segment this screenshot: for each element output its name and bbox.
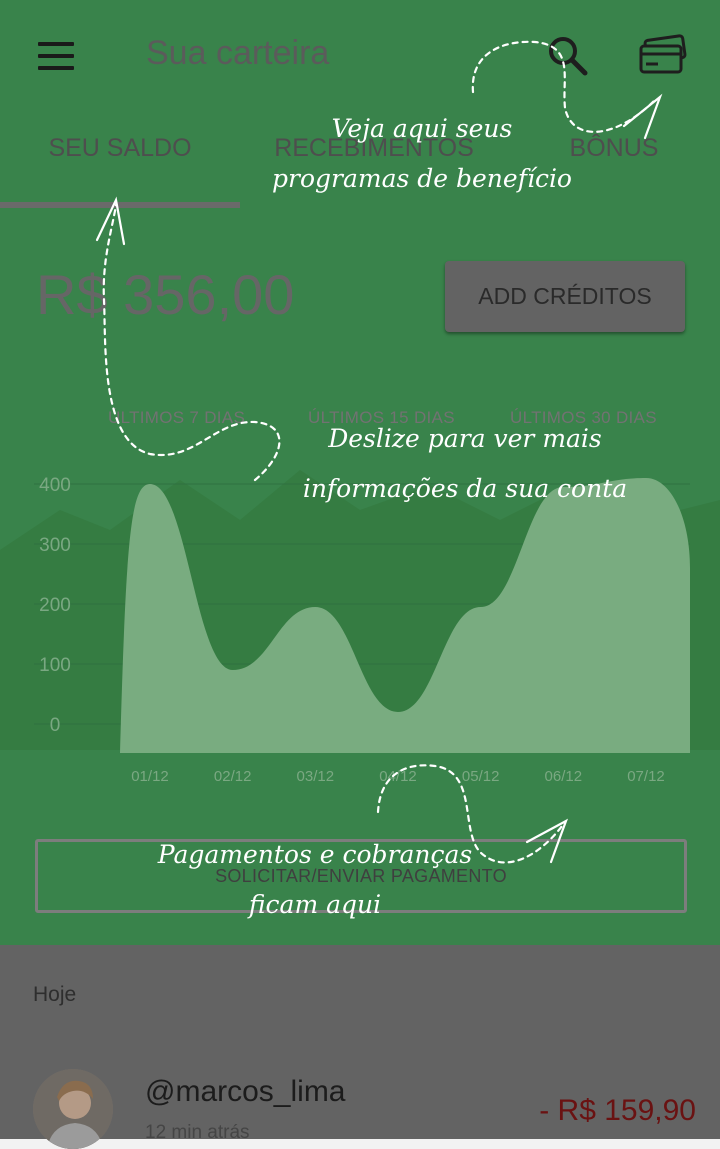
add-credits-button[interactable]: ADD CRÉDITOS <box>445 261 685 332</box>
hint-swipe: Deslize para ver mais informações da sua… <box>290 414 640 514</box>
y-tick-label: 200 <box>39 595 71 616</box>
y-tick-label: 0 <box>50 715 61 736</box>
y-tick-label: 100 <box>39 655 71 676</box>
hint-payments-line-1: Pagamentos e cobranças <box>157 840 473 869</box>
balance-amount: R$ 356,00 <box>36 263 295 326</box>
credit-card-icon[interactable] <box>636 34 690 78</box>
hamburger-menu-icon[interactable] <box>36 42 76 70</box>
x-tick-label: 06/12 <box>545 768 583 785</box>
hint-payments: Pagamentos e cobranças ficam aqui <box>150 830 480 930</box>
transaction-time: 12 min atrás <box>145 1122 250 1143</box>
app-bar: Sua carteira <box>0 0 720 110</box>
y-tick-label: 400 <box>39 475 71 496</box>
hint-benefits-line-1: Veja aqui seus <box>331 114 513 143</box>
hint-benefits: Veja aqui seus programas de benefício <box>262 104 582 204</box>
transaction-amount: - R$ 159,90 <box>539 1094 696 1127</box>
x-tick-label: 07/12 <box>627 768 665 785</box>
wallet-screen: Sua carteira SEU SALDO RECEBIMENTOS BÔNU… <box>0 0 720 1149</box>
period-7-days[interactable]: ÚLTIMOS 7 DIAS <box>108 408 245 428</box>
x-tick-label: 02/12 <box>214 768 252 785</box>
x-tick-label: 03/12 <box>297 768 335 785</box>
tab-seu-saldo[interactable]: SEU SALDO <box>0 134 240 163</box>
hint-payments-line-2: ficam aqui <box>248 890 382 919</box>
hint-benefits-line-2: programas de benefício <box>272 164 572 193</box>
active-tab-indicator <box>0 202 240 208</box>
section-header-today: Hoje <box>33 983 77 1006</box>
page-title: Sua carteira <box>146 34 330 72</box>
transaction-username[interactable]: @marcos_lima <box>145 1075 346 1109</box>
hint-swipe-line-2: informações da sua conta <box>302 474 628 503</box>
x-tick-label: 04/12 <box>379 768 417 785</box>
y-tick-label: 300 <box>39 535 71 556</box>
hint-swipe-line-1: Deslize para ver mais <box>328 424 602 453</box>
avatar[interactable] <box>33 1069 113 1149</box>
x-axis: 01/12 02/12 03/12 04/12 05/12 06/12 07/12 <box>131 768 665 785</box>
x-tick-label: 05/12 <box>462 768 500 785</box>
search-icon[interactable] <box>546 34 590 78</box>
x-tick-label: 01/12 <box>131 768 169 785</box>
